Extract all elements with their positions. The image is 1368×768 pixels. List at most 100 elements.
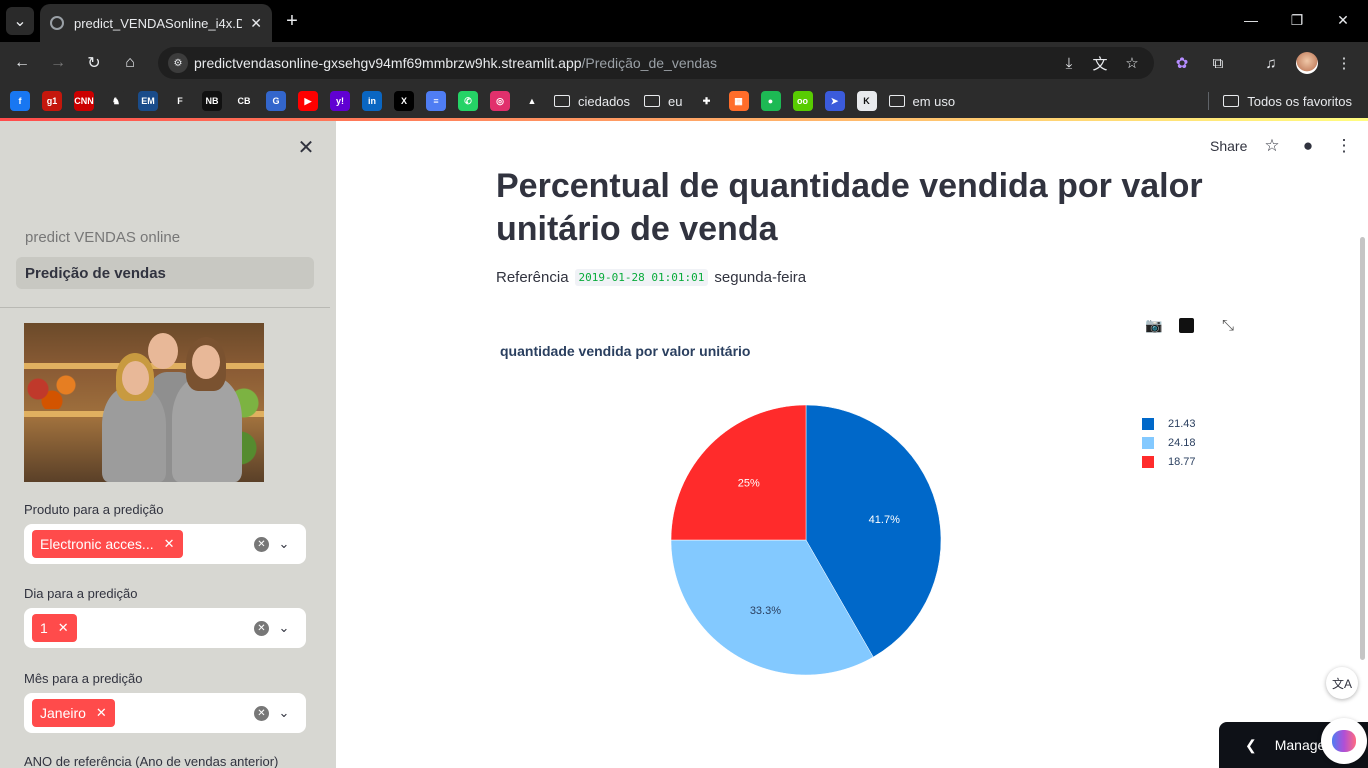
horse-icon[interactable]: ♞	[106, 91, 126, 111]
green-circle-icon[interactable]: ●	[760, 91, 781, 111]
address-bar[interactable]: ⚙ predictvendasonline-gxsehgv94mf69mmbrz…	[158, 47, 1154, 79]
main-content: Share ☆ ● ⋮ Percentual de quantidade ven…	[336, 121, 1368, 768]
orange-app-icon[interactable]: ▦	[728, 91, 749, 111]
browser-menu-icon[interactable]: ⋮	[1331, 50, 1357, 76]
plotly-logo-icon[interactable]	[1176, 315, 1196, 335]
k-app-icon[interactable]: K	[856, 91, 877, 111]
remove-chip-icon[interactable]: ✕	[164, 536, 175, 552]
cnn-icon[interactable]: CNN	[74, 91, 94, 111]
field-label-mes: Mês para a predição	[24, 671, 143, 686]
chart-title: quantidade vendida por valor unitário	[500, 343, 751, 359]
bookmark-folder[interactable]: em uso	[888, 94, 955, 109]
bookmark-folder[interactable]: ciedados	[554, 94, 630, 109]
browser-tab[interactable]: predict_VENDASonline_i4x.Data ✕	[40, 4, 272, 42]
chevron-down-icon[interactable]: ⌄	[276, 536, 292, 552]
app-menu-icon[interactable]: ⋮	[1333, 135, 1355, 157]
github-icon[interactable]: ●	[1297, 135, 1319, 157]
folder-icon	[1223, 95, 1240, 107]
page-title: Percentual de quantidade vendida por val…	[496, 167, 1203, 248]
sidebar-nav-predicao[interactable]: Predição de vendas	[16, 257, 314, 289]
star-icon[interactable]: ☆	[1261, 135, 1283, 157]
duolingo-icon[interactable]: oo	[792, 91, 813, 111]
scrollbar[interactable]	[1360, 237, 1365, 660]
close-sidebar-icon[interactable]: ✕	[294, 135, 318, 159]
legend-label: 24.18	[1168, 436, 1196, 449]
chevron-left-icon: ❮	[1245, 736, 1257, 753]
home-icon[interactable]: ⌂	[116, 49, 144, 77]
mes-multiselect[interactable]: Janeiro ✕ ✕ ⌄	[24, 693, 306, 733]
url-host: predictvendasonline-gxsehgv94mf69mmbrzw9…	[194, 55, 582, 71]
chevron-down-icon[interactable]: ⌄	[276, 705, 292, 721]
reference-line: Referência 2019-01-28 01:01:01 segunda-f…	[496, 269, 806, 286]
brain-assistant-icon[interactable]	[1321, 718, 1367, 764]
translate-float-icon[interactable]: 文A	[1326, 667, 1358, 699]
chart-legend: 21.43 24.18 18.77	[1142, 414, 1196, 471]
dia-multiselect[interactable]: 1 ✕ ✕ ⌄	[24, 608, 306, 648]
facebook-icon[interactable]: f	[10, 91, 30, 111]
media-controls-icon[interactable]: ♫	[1258, 50, 1284, 76]
camera-icon[interactable]: 📷	[1144, 315, 1164, 335]
legend-item[interactable]: 24.18	[1142, 433, 1196, 452]
restore-window-icon[interactable]: ❐	[1274, 0, 1320, 40]
clear-selection-icon[interactable]: ✕	[254, 706, 269, 721]
google-sheets-icon[interactable]: G	[266, 91, 286, 111]
sales-team-photo	[24, 323, 264, 482]
selected-chip-mes: Janeiro ✕	[32, 699, 115, 727]
clear-selection-icon[interactable]: ✕	[254, 621, 269, 636]
drive-icon[interactable]: ▲	[522, 91, 542, 111]
youtube-icon[interactable]: ▶	[298, 91, 318, 111]
sidebar-nav-home[interactable]: predict VENDAS online	[16, 221, 314, 253]
linkedin-icon[interactable]: in	[362, 91, 382, 111]
legend-item[interactable]: 18.77	[1142, 452, 1196, 471]
produto-multiselect[interactable]: Electronic acces... ✕ ✕ ⌄	[24, 524, 306, 564]
remove-chip-icon[interactable]: ✕	[96, 705, 107, 721]
reload-icon[interactable]: ↻	[80, 49, 108, 77]
install-app-icon[interactable]: ⤓	[1056, 50, 1082, 76]
pie-slice[interactable]	[670, 404, 807, 541]
all-bookmarks-folder[interactable]: Todos os favoritos	[1208, 84, 1352, 118]
brain-extension-icon[interactable]: ✿	[1169, 50, 1195, 76]
bookmark-star-icon[interactable]: ☆	[1119, 50, 1145, 76]
bookmarks-bar: f g1 CNN ♞ EM F NB CB G ▶ y! in X ≡ ✆ ◎ ▲ ciedados eu ✚ ▦…	[0, 84, 1368, 118]
legend-label: 18.77	[1168, 455, 1196, 468]
clear-selection-icon[interactable]: ✕	[254, 537, 269, 552]
profile-avatar[interactable]	[1294, 50, 1320, 76]
forbes-icon[interactable]: F	[170, 91, 190, 111]
pie-slice-label: 25%	[738, 478, 760, 490]
folder-icon	[888, 95, 905, 107]
browser-tab-bar: ⌄ predict_VENDASonline_i4x.Data ✕ + — ❐ …	[0, 0, 1368, 42]
em-icon[interactable]: EM	[138, 91, 158, 111]
news-icon[interactable]: NB	[202, 91, 222, 111]
legend-item[interactable]: 21.43	[1142, 414, 1196, 433]
chevron-down-icon[interactable]: ⌄	[276, 620, 292, 636]
fullscreen-expand-icon[interactable]: ⤡	[1218, 315, 1238, 335]
extensions-puzzle-icon[interactable]: ⧉	[1205, 50, 1231, 76]
forward-arrow-icon[interactable]: →	[44, 49, 72, 77]
minimize-window-icon[interactable]: —	[1228, 0, 1274, 40]
colorful-app-icon[interactable]: ✚	[696, 91, 717, 111]
tasks-icon[interactable]: ≡	[426, 91, 446, 111]
tab-search-chevron-icon[interactable]: ⌄	[6, 7, 34, 35]
legend-swatch	[1142, 455, 1154, 468]
blue-arrow-icon[interactable]: ➤	[824, 91, 845, 111]
whatsapp-icon[interactable]: ✆	[458, 91, 478, 111]
x-icon[interactable]: X	[394, 91, 414, 111]
g1-icon[interactable]: g1	[42, 91, 62, 111]
site-info-icon[interactable]: ⚙	[168, 53, 188, 73]
tab-favicon-icon	[50, 16, 64, 30]
instagram-icon[interactable]: ◎	[490, 91, 510, 111]
cb-icon[interactable]: CB	[234, 91, 254, 111]
legend-label: 21.43	[1168, 417, 1196, 430]
back-arrow-icon[interactable]: ←	[8, 49, 36, 77]
reference-label: Referência	[496, 269, 569, 286]
new-tab-plus-icon[interactable]: +	[278, 7, 306, 35]
bookmarks-separator	[1208, 92, 1210, 110]
close-window-icon[interactable]: ✕	[1320, 0, 1366, 40]
translate-page-icon[interactable]: 文	[1087, 50, 1113, 76]
bookmark-folder[interactable]: eu	[644, 94, 683, 109]
yahoo-icon[interactable]: y!	[330, 91, 350, 111]
close-tab-icon[interactable]: ✕	[250, 15, 262, 32]
pie-chart: 41.7% 33.3% 25%	[670, 404, 942, 676]
share-button[interactable]: Share	[1210, 138, 1247, 154]
remove-chip-icon[interactable]: ✕	[58, 620, 69, 636]
